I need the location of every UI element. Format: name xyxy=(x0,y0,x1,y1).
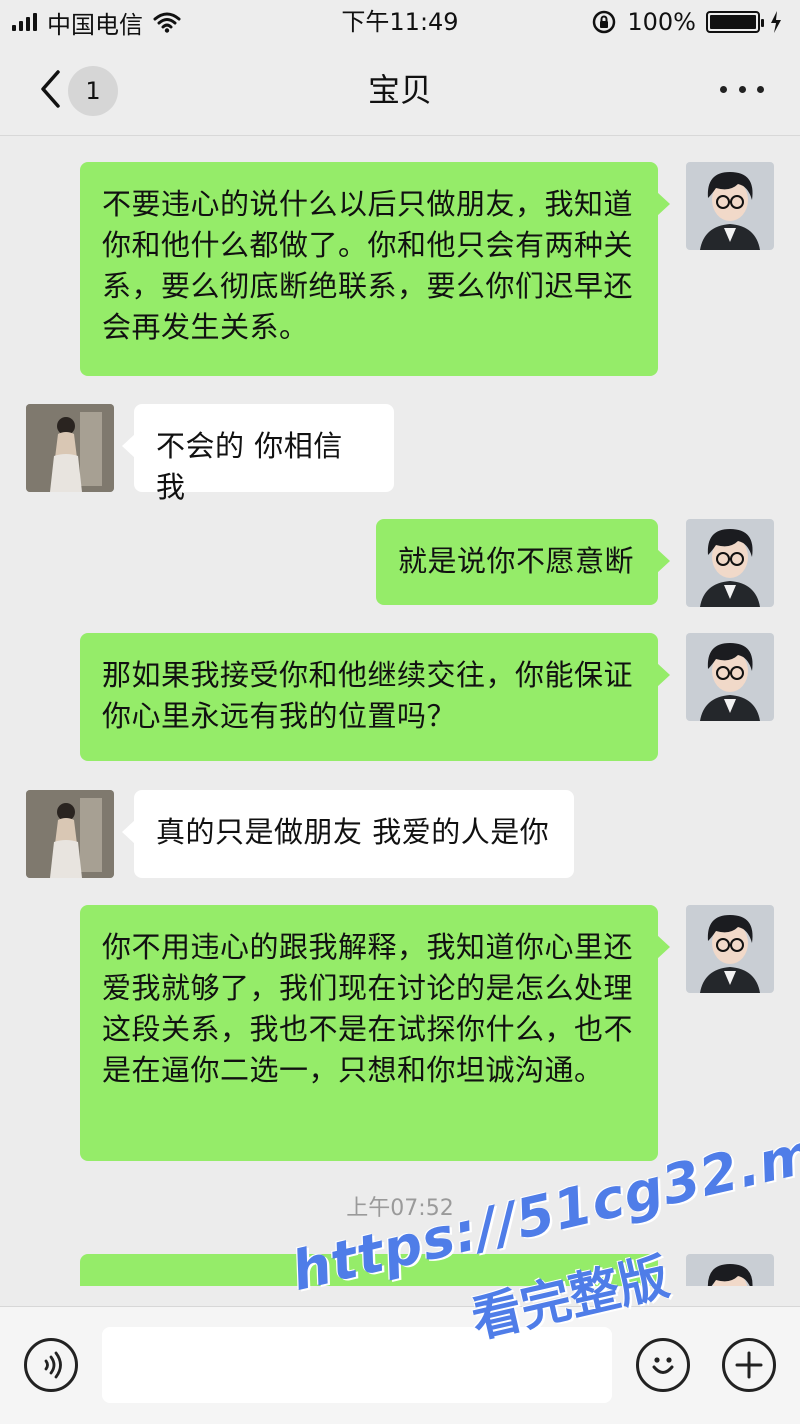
more-dot xyxy=(757,85,764,93)
message-list[interactable]: 不要违心的说什么以后只做朋友，我知道你和他什么都做了。你和他只会有两种关系，要么… xyxy=(0,136,800,1286)
emoji-icon xyxy=(652,1357,674,1374)
message-bubble-mine[interactable]: 那如果我接受你和他继续交往，你能保证你心里永远有我的位置吗？ xyxy=(80,633,670,761)
message-bubble-mine[interactable]: 不要违心的说什么以后只做朋友，我知道你和他什么都做了。你和他只会有两种关系，要么… xyxy=(80,162,670,376)
voice-icon xyxy=(44,1351,62,1379)
avatar-image xyxy=(686,1254,774,1286)
chat-title: 宝贝 xyxy=(367,71,432,109)
voice-button[interactable] xyxy=(24,1338,78,1392)
my-avatar[interactable] xyxy=(686,519,774,607)
battery-percent: 100% xyxy=(627,8,696,36)
status-right: 100% xyxy=(591,6,782,38)
chat-header: 1 宝贝 xyxy=(0,44,800,136)
status-bar: 中国电信 下午11:49 100% xyxy=(0,0,800,44)
avatar-image xyxy=(686,905,774,993)
avatar-image xyxy=(686,519,774,607)
message-bubble-mine-partial[interactable] xyxy=(80,1254,670,1286)
plus-icon xyxy=(735,1351,763,1379)
message-bubble-contact[interactable]: 真的只是做朋友 我爱的人是你 xyxy=(122,790,574,878)
avatar-image xyxy=(686,633,774,721)
more-button[interactable] xyxy=(720,74,764,104)
contact-avatar[interactable] xyxy=(26,790,114,878)
message-bubble-contact[interactable]: 不会的 你相信我 xyxy=(122,404,394,504)
more-dot xyxy=(720,85,727,93)
my-avatar[interactable] xyxy=(686,1254,774,1286)
message-timestamp: 上午07:52 xyxy=(346,1196,454,1221)
charging-icon xyxy=(771,11,781,33)
input-bar xyxy=(0,1306,800,1424)
avatar-image xyxy=(686,162,774,250)
rotation-lock-icon xyxy=(593,10,616,34)
avatar-image xyxy=(26,790,114,878)
battery-icon xyxy=(706,11,764,33)
contact-avatar[interactable] xyxy=(26,404,114,492)
my-avatar[interactable] xyxy=(686,162,774,250)
message-bubble-mine[interactable]: 你不用违心的跟我解释，我知道你心里还爱我就够了，我们现在讨论的是怎么处理这段关系… xyxy=(80,905,670,1161)
my-avatar[interactable] xyxy=(686,905,774,993)
more-dot xyxy=(738,85,746,93)
message-input[interactable] xyxy=(102,1327,612,1403)
message-bubble-mine[interactable]: 就是说你不愿意断 xyxy=(376,519,670,605)
my-avatar[interactable] xyxy=(686,633,774,721)
emoji-button[interactable] xyxy=(636,1338,690,1392)
avatar-image xyxy=(26,404,114,492)
more-actions-button[interactable] xyxy=(722,1338,776,1392)
